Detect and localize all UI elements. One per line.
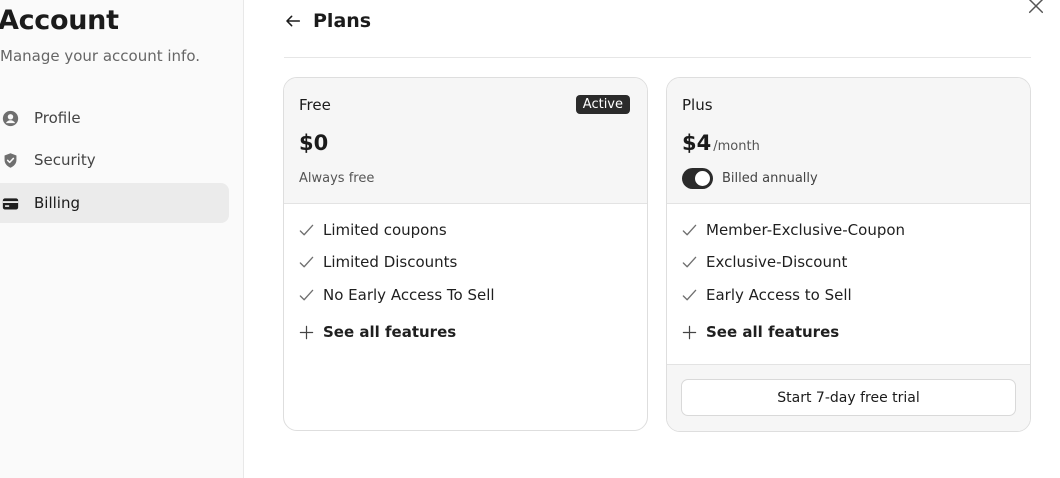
- plan-card-header: Plus $4/month Billed annually: [667, 78, 1030, 204]
- back-button[interactable]: Plans: [284, 10, 371, 32]
- close-button[interactable]: [1027, 0, 1045, 15]
- plus-icon: [299, 324, 315, 340]
- plan-card-plus: Plus $4/month Billed annually Member-Exc…: [666, 77, 1031, 432]
- feature-label: Limited coupons: [323, 221, 447, 239]
- sidebar-item-label: Security: [34, 151, 96, 169]
- see-all-label: See all features: [323, 323, 457, 341]
- plan-name: Free: [299, 96, 331, 114]
- status-badge: Active: [575, 95, 630, 114]
- start-trial-button[interactable]: Start 7-day free trial: [681, 379, 1016, 416]
- feature-item: No Early Access To Sell: [298, 286, 495, 304]
- plan-card-header: Free Active $0 Always free: [284, 78, 647, 204]
- sidebar-title: Account: [0, 5, 119, 36]
- price-value: $0: [299, 131, 329, 155]
- check-icon: [298, 287, 315, 304]
- toggle-knob: [695, 171, 710, 186]
- user-circle-icon: [1, 109, 19, 127]
- sidebar-item-label: Billing: [34, 194, 80, 212]
- plan-card-free: Free Active $0 Always free Limited coupo…: [283, 77, 648, 431]
- see-all-label: See all features: [706, 323, 840, 341]
- sidebar-item-label: Profile: [34, 109, 81, 127]
- check-icon: [298, 254, 315, 271]
- sidebar-subtitle: Manage your account info.: [0, 47, 201, 65]
- feature-label: Limited Discounts: [323, 253, 458, 271]
- arrow-left-icon: [286, 15, 301, 27]
- sidebar-item-billing[interactable]: Billing: [0, 183, 229, 223]
- feature-item: Early Access to Sell: [681, 286, 852, 304]
- check-icon: [681, 287, 698, 304]
- credit-card-icon: [1, 194, 19, 212]
- feature-item: Limited coupons: [298, 221, 447, 239]
- header-divider: [284, 57, 1031, 58]
- sidebar-item-security[interactable]: Security: [0, 140, 229, 180]
- see-all-features-link[interactable]: See all features: [681, 323, 839, 341]
- toggle-label: Billed annually: [722, 171, 818, 186]
- price-value: $4: [682, 131, 712, 155]
- close-icon: [1028, 0, 1044, 14]
- page-title: Plans: [313, 10, 372, 32]
- feature-item: Member-Exclusive-Coupon: [681, 221, 905, 239]
- check-icon: [681, 222, 698, 239]
- see-all-features-link[interactable]: See all features: [298, 323, 456, 341]
- price-period: /month: [713, 139, 760, 154]
- feature-label: No Early Access To Sell: [323, 286, 495, 304]
- check-icon: [298, 222, 315, 239]
- sidebar: Account Manage your account info. Profil…: [0, 0, 244, 478]
- feature-label: Exclusive-Discount: [706, 253, 848, 271]
- feature-item: Limited Discounts: [298, 253, 457, 271]
- check-icon: [681, 254, 698, 271]
- billed-annually-toggle[interactable]: [682, 168, 713, 189]
- plan-price: $4/month: [682, 131, 760, 155]
- shield-check-icon: [1, 151, 19, 169]
- plan-card-footer: Start 7-day free trial: [667, 364, 1030, 431]
- feature-item: Exclusive-Discount: [681, 253, 847, 271]
- plan-note: Always free: [299, 171, 375, 186]
- plan-name: Plus: [682, 96, 713, 114]
- feature-label: Early Access to Sell: [706, 286, 852, 304]
- feature-label: Member-Exclusive-Coupon: [706, 221, 906, 239]
- sidebar-item-profile[interactable]: Profile: [0, 98, 229, 138]
- plus-icon: [682, 324, 698, 340]
- plan-price: $0: [299, 131, 328, 155]
